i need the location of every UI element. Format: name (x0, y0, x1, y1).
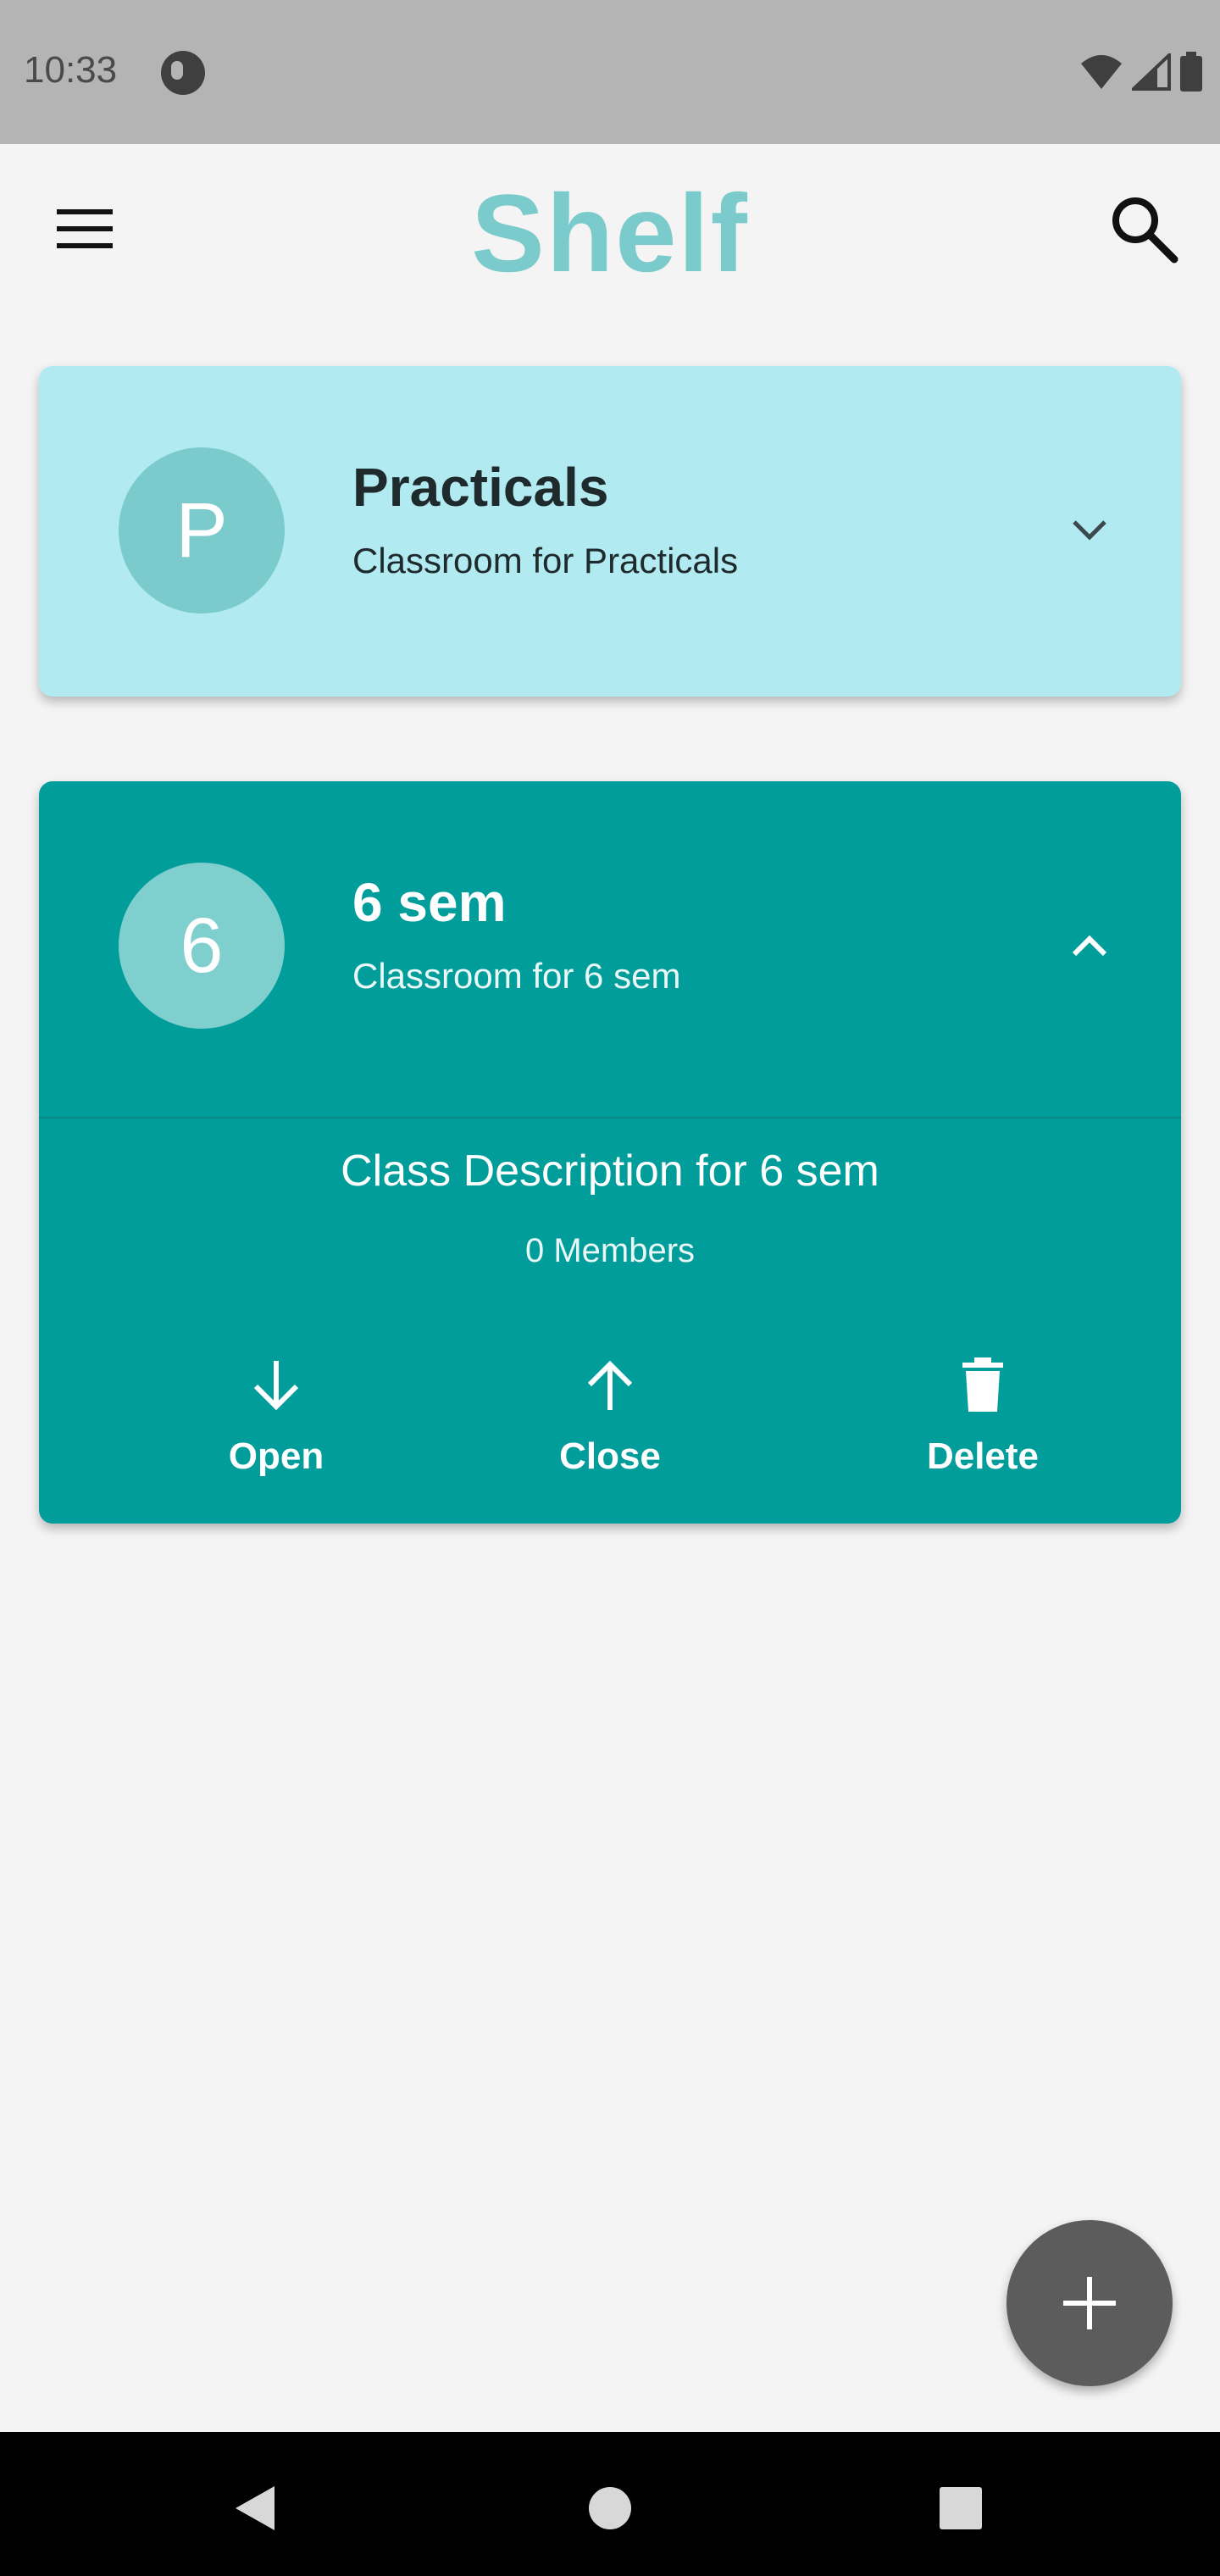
delete-button[interactable]: Delete (856, 1349, 1110, 1478)
class-subtitle: Classroom for Practicals (352, 541, 739, 580)
class-name: Practicals (352, 457, 609, 518)
class-card-6-sem[interactable]: 6 6 sem Classroom for 6 sem Class Descri… (39, 781, 1181, 1524)
class-description: Class Description for 6 sem (341, 1146, 879, 1196)
arrow-down-icon (253, 1361, 299, 1411)
expand-button[interactable] (1057, 498, 1122, 563)
wifi-icon (1081, 55, 1122, 89)
recents-button[interactable] (918, 2466, 1003, 2551)
back-button[interactable] (212, 2466, 297, 2551)
trash-icon (962, 1357, 1003, 1412)
class-card-practicals[interactable]: P Practicals Classroom for Practicals (39, 366, 1181, 697)
recents-icon (940, 2487, 982, 2529)
app-notification-icon (161, 51, 205, 95)
class-subtitle: Classroom for 6 sem (352, 956, 681, 996)
collapse-button[interactable] (1057, 913, 1122, 978)
chevron-up-icon (1072, 935, 1107, 957)
status-time: 10:33 (24, 49, 118, 91)
class-name: 6 sem (352, 872, 507, 933)
status-icons (1079, 51, 1203, 93)
back-icon (236, 2486, 274, 2530)
members-count: 0 Members (524, 1232, 696, 1269)
search-icon (1112, 197, 1178, 264)
chevron-down-icon (1073, 520, 1106, 541)
open-button[interactable]: Open (149, 1349, 403, 1478)
close-button[interactable]: Close (483, 1349, 737, 1478)
home-button[interactable] (568, 2466, 652, 2551)
class-avatar: 6 (119, 863, 285, 1029)
search-button[interactable] (1101, 186, 1186, 271)
battery-icon (1180, 52, 1202, 92)
system-nav-bar (0, 2432, 1220, 2576)
signal-icon (1132, 53, 1171, 91)
add-class-button[interactable] (1006, 2220, 1173, 2386)
status-bar: 10:33 (0, 0, 1220, 144)
close-label: Close (559, 1435, 661, 1477)
arrow-up-icon (587, 1360, 633, 1410)
app-bar: Shelf (0, 144, 1220, 314)
divider (39, 1117, 1181, 1119)
plus-icon (1063, 2277, 1116, 2329)
home-icon (589, 2487, 631, 2529)
open-label: Open (228, 1435, 324, 1477)
delete-label: Delete (926, 1435, 1040, 1477)
app-title: Shelf (471, 171, 749, 295)
class-avatar: P (119, 447, 285, 613)
